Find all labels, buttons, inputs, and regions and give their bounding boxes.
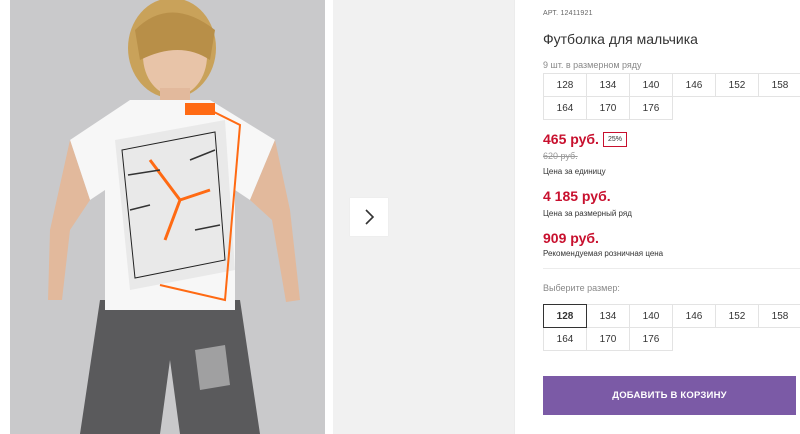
size-run-cell: 134: [586, 73, 630, 97]
size-option-170[interactable]: 170: [586, 327, 630, 351]
sku: АРТ. 12411921: [543, 10, 593, 17]
unit-price-caption: Цена за единицу: [543, 167, 606, 176]
sku-prefix: АРТ.: [543, 10, 559, 17]
size-run-cell: 128: [543, 73, 587, 97]
sku-value: 12411921: [560, 10, 593, 17]
old-price: 620 руб.: [543, 151, 578, 161]
size-option-152[interactable]: 152: [715, 304, 759, 328]
product-photo[interactable]: [10, 0, 325, 434]
gallery-divider: [514, 0, 515, 434]
chevron-right-icon: [365, 209, 375, 225]
retail-price: 909 руб.: [543, 230, 599, 246]
size-run-grid: 128 134 140 146 152 158 164 170 176: [543, 73, 800, 120]
size-run-label: 9 шт. в размерном ряду: [543, 60, 642, 70]
size-option-146[interactable]: 146: [672, 304, 716, 328]
size-run-cell: 146: [672, 73, 716, 97]
size-option-128[interactable]: 128: [543, 304, 587, 328]
product-info-panel: АРТ. 12411921 Футболка для мальчика 9 шт…: [543, 0, 800, 434]
section-divider: [543, 268, 800, 269]
retail-price-caption: Рекомендуемая розничная цена: [543, 249, 664, 258]
size-run-cell: 152: [715, 73, 759, 97]
size-run-cell: 170: [586, 96, 630, 120]
run-price-caption: Цена за размерный ряд: [543, 209, 632, 218]
gallery-next-button[interactable]: [350, 198, 388, 236]
size-selector: 128 134 140 146 152 158 164 170 176: [543, 304, 800, 351]
size-run-cell: 140: [629, 73, 673, 97]
size-option-140[interactable]: 140: [629, 304, 673, 328]
unit-price-row: 465 руб. 25%: [543, 131, 627, 147]
size-run-cell: 158: [758, 73, 800, 97]
choose-size-label: Выберите размер:: [543, 283, 620, 293]
size-option-164[interactable]: 164: [543, 327, 587, 351]
product-photo-illustration: [10, 0, 325, 434]
size-option-158[interactable]: 158: [758, 304, 800, 328]
size-option-176[interactable]: 176: [629, 327, 673, 351]
size-option-134[interactable]: 134: [586, 304, 630, 328]
product-gallery: [0, 0, 514, 434]
discount-badge: 25%: [602, 131, 627, 147]
size-run-cell: 176: [629, 96, 673, 120]
size-run-cell: 164: [543, 96, 587, 120]
product-title: Футболка для мальчика: [543, 31, 698, 47]
run-price: 4 185 руб.: [543, 188, 611, 204]
unit-price: 465 руб.: [543, 131, 599, 147]
add-to-cart-button[interactable]: ДОБАВИТЬ В КОРЗИНУ: [543, 376, 796, 415]
